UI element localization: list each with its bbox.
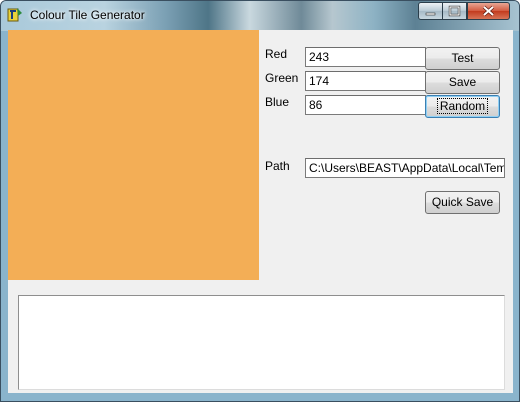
red-label: Red bbox=[265, 47, 288, 61]
blue-label: Blue bbox=[265, 95, 290, 109]
app-window: Colour Tile Generator Red 243 Green 174 … bbox=[0, 0, 520, 402]
maximize-button[interactable] bbox=[442, 2, 467, 20]
minimize-button[interactable] bbox=[418, 2, 443, 20]
path-input[interactable]: C:\Users\BEAST\AppData\Local\Temp bbox=[305, 158, 505, 178]
blue-input[interactable]: 86 bbox=[305, 95, 426, 115]
random-button[interactable]: Random bbox=[425, 95, 500, 118]
colour-tile-preview bbox=[8, 30, 259, 280]
title-bar[interactable]: Colour Tile Generator bbox=[1, 1, 519, 31]
random-button-label: Random bbox=[436, 98, 489, 114]
app-icon bbox=[7, 8, 22, 22]
green-label: Green bbox=[265, 71, 299, 85]
save-button[interactable]: Save bbox=[425, 71, 500, 94]
minimize-icon bbox=[425, 12, 436, 16]
close-button[interactable] bbox=[467, 2, 510, 20]
window-title: Colour Tile Generator bbox=[30, 8, 145, 22]
quick-save-button[interactable]: Quick Save bbox=[425, 191, 500, 214]
output-textbox[interactable] bbox=[18, 295, 505, 390]
close-icon bbox=[482, 5, 495, 17]
green-input[interactable]: 174 bbox=[305, 71, 426, 91]
maximize-icon bbox=[448, 5, 461, 17]
path-label: Path bbox=[265, 159, 290, 173]
red-input[interactable]: 243 bbox=[305, 47, 426, 67]
client-area: Red 243 Green 174 Blue 86 Test Save Rand… bbox=[8, 30, 513, 393]
test-button[interactable]: Test bbox=[425, 47, 500, 70]
